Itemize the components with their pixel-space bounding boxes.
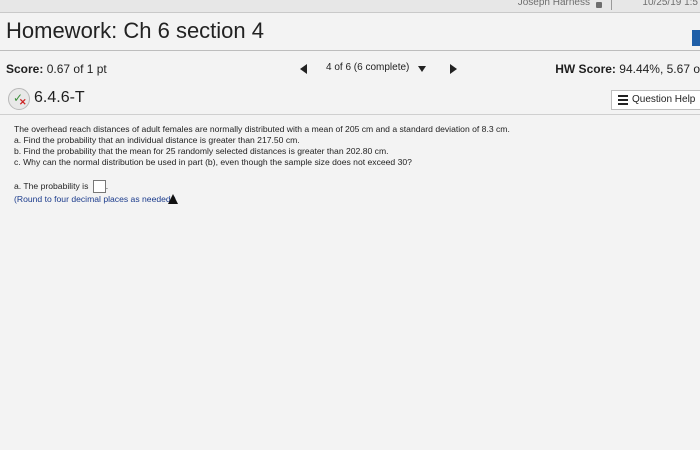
question-id: 6.4.6-T [34, 89, 85, 106]
problem-line: b. Find the probability that the mean fo… [14, 146, 389, 156]
datetime: 10/25/19 1:5 [642, 0, 698, 8]
problem-line: The overhead reach distances of adult fe… [14, 124, 510, 134]
next-question-arrow-icon[interactable] [450, 64, 457, 74]
question-help-label: Question Help [632, 94, 696, 105]
question-help-button[interactable]: Question Help [611, 90, 700, 110]
side-panel-tab[interactable] [692, 30, 700, 46]
answer-prompt: a. The probability is [14, 181, 89, 191]
mouse-cursor-icon [168, 194, 178, 204]
menu-icon [618, 95, 628, 105]
answer-area: a. The probability is . (Round to four d… [14, 180, 176, 205]
hw-score-value: 94.44%, 5.67 o [619, 62, 700, 76]
score-value: 0.67 of 1 pt [46, 62, 107, 76]
problem-line: a. Find the probability that an individu… [14, 135, 300, 145]
answer-line: a. The probability is . [14, 180, 176, 194]
question-navigator: 4 of 6 (6 complete) [300, 60, 480, 80]
divider [0, 50, 700, 51]
answer-input[interactable] [92, 180, 106, 194]
question-list-dropdown-icon[interactable] [418, 66, 426, 72]
rounding-instruction: (Round to four decimal places as needed.… [14, 194, 176, 205]
homework-score: HW Score: 94.44%, 5.67 o [555, 62, 700, 76]
problem-statement: The overhead reach distances of adult fe… [14, 124, 674, 168]
divider [0, 114, 700, 115]
divider [611, 0, 612, 10]
partial-credit-icon: ✓ ✕ [8, 88, 30, 110]
os-top-bar: Joseph Harness 10/25/19 1:5 [0, 0, 700, 13]
question-score: Score: 0.67 of 1 pt [6, 62, 107, 76]
hw-score-label: HW Score: [555, 62, 616, 76]
score-row: Score: 0.67 of 1 pt 4 of 6 (6 complete) … [0, 54, 700, 84]
previous-question-arrow-icon[interactable] [300, 64, 307, 74]
problem-line: c. Why can the normal distribution be us… [14, 157, 412, 167]
battery-icon [596, 2, 602, 8]
page-title: Homework: Ch 6 section 4 [6, 18, 264, 43]
question-position[interactable]: 4 of 6 (6 complete) [326, 62, 409, 73]
user-name: Joseph Harness [517, 0, 590, 8]
question-header: ✓ ✕ 6.4.6-T Question Help [0, 86, 700, 112]
score-label: Score: [6, 62, 44, 76]
